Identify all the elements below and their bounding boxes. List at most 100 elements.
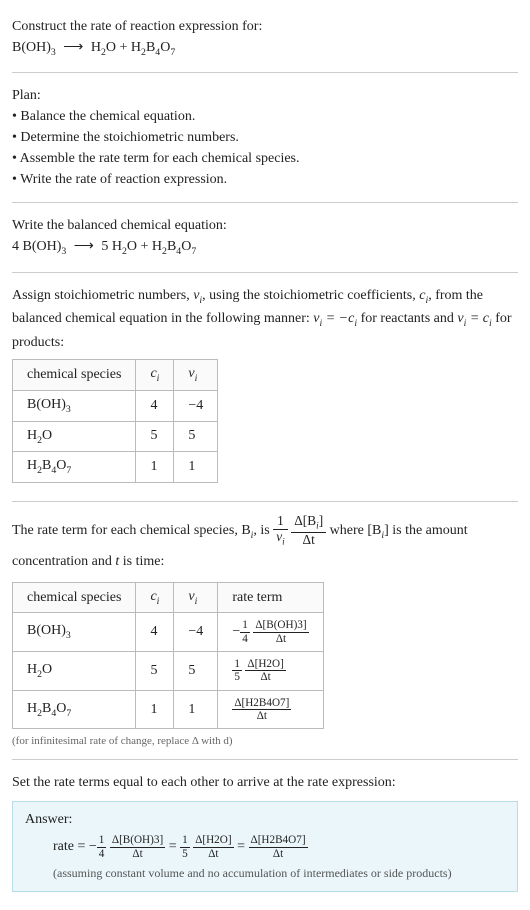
eq-sign: = (234, 839, 249, 854)
sp-sub: 3 (66, 404, 71, 415)
prompt-section: Construct the rate of reaction expressio… (12, 8, 518, 68)
answer-note: (assuming constant volume and no accumul… (25, 866, 505, 881)
den: Δt (253, 633, 308, 645)
den: 4 (240, 633, 250, 645)
cell-species: H2O (13, 421, 136, 452)
rt-t2: , is (253, 523, 273, 538)
den: Δt (232, 710, 291, 722)
cell-nui: −4 (174, 613, 218, 652)
col-ci: ci (136, 582, 174, 613)
num: 1 (240, 619, 250, 632)
rt-t3: where [B (330, 523, 382, 538)
rt-t1: The rate term for each chemical species,… (12, 523, 251, 538)
divider (12, 759, 518, 760)
final-section: Set the rate terms equal to each other t… (12, 764, 518, 900)
frac-num: Δ[Bi] (291, 514, 326, 533)
cell-rateterm: 15 Δ[H2O]Δt (218, 652, 323, 691)
sp-sub3: 7 (66, 465, 71, 476)
frac-dh2b4o7-dt: Δ[H2B4O7]Δt (232, 697, 291, 723)
final-heading: Set the rate terms equal to each other t… (12, 772, 518, 793)
rate-lhs: rate = − (53, 839, 97, 854)
frac-1-5: 15 (232, 658, 242, 684)
bal-lhs: 4 B(OH) (12, 239, 61, 254)
col-nui: νi (174, 359, 218, 390)
den: Δt (245, 671, 285, 683)
cell-nui: 1 (174, 690, 218, 729)
plan-bullet: • Determine the stoichiometric numbers. (12, 127, 518, 148)
sub-i: i (157, 595, 160, 606)
sp-c: O (56, 458, 66, 473)
col-ci: ci (136, 359, 174, 390)
balanced-equation: 4 B(OH)3 ⟶ 5 H2O + H2B4O7 (12, 236, 518, 259)
eq-rhs-d: O (160, 40, 170, 55)
num: Δ[H2O] (245, 658, 285, 671)
table-header-row: chemical species ci νi rate term (13, 582, 324, 613)
sp-tail: O (42, 428, 52, 443)
frac-den: Δt (291, 533, 326, 548)
table-row: B(OH)3 4 −4 −14 Δ[B(OH)3]Δt (13, 613, 324, 652)
table-row: H2B4O7 1 1 (13, 452, 218, 483)
num: Δ[H2O] (193, 834, 233, 847)
divider (12, 202, 518, 203)
sp-b: B (42, 701, 51, 716)
sp-b: B (42, 458, 51, 473)
num-a: Δ[B (294, 513, 316, 528)
table-row: H2O 5 5 (13, 421, 218, 452)
rateterm-table: chemical species ci νi rate term B(OH)3 … (12, 582, 324, 730)
frac-dh2o-dt: Δ[H2O]Δt (193, 834, 233, 860)
cell-rateterm: −14 Δ[B(OH)3]Δt (218, 613, 323, 652)
frac-dboh3-dt: Δ[B(OH)3]Δt (253, 619, 308, 645)
assign-text: Assign stoichiometric numbers, νi, using… (12, 285, 518, 353)
sp: H (27, 662, 37, 677)
sp: H (27, 701, 37, 716)
eq-sign: = (165, 839, 180, 854)
cell-nui: −4 (174, 390, 218, 421)
plan-bullet: • Assemble the rate term for each chemic… (12, 148, 518, 169)
cell-rateterm: Δ[H2B4O7]Δt (218, 690, 323, 729)
den: 5 (232, 671, 242, 683)
answer-label: Answer: (25, 812, 505, 828)
sub-i: i (195, 373, 198, 384)
num: Δ[B(OH)3] (110, 834, 165, 847)
sp: B(OH) (27, 397, 66, 412)
assign-table: chemical species ci νi B(OH)3 4 −4 H2O 5… (12, 359, 218, 483)
plan-section: Plan: • Balance the chemical equation. •… (12, 77, 518, 198)
table-row: H2B4O7 1 1 Δ[H2B4O7]Δt (13, 690, 324, 729)
eq-rhs-d-sub: 7 (170, 47, 175, 58)
frac-den: νi (273, 530, 288, 548)
rateterm-text: The rate term for each chemical species,… (12, 514, 518, 576)
cell-ci: 5 (136, 652, 174, 691)
col-nui: νi (174, 582, 218, 613)
plan-bullet: • Balance the chemical equation. (12, 106, 518, 127)
sp: H (27, 458, 37, 473)
cell-ci: 4 (136, 390, 174, 421)
bal-rhs1: 5 H (101, 239, 122, 254)
frac-dh2o-dt: Δ[H2O]Δt (245, 658, 285, 684)
cell-ci: 1 (136, 452, 174, 483)
rate-expression: rate = −14 Δ[B(OH)3]Δt = 15 Δ[H2O]Δt = Δ… (25, 834, 505, 860)
eq1b: = −c (322, 311, 354, 326)
cell-ci: 4 (136, 613, 174, 652)
eq-rhs-b: O + H (106, 40, 141, 55)
arrow-icon: ⟶ (70, 236, 98, 257)
neg-sign: − (232, 624, 240, 639)
den: Δt (193, 848, 233, 860)
cell-ci: 1 (136, 690, 174, 729)
assign-t1: Assign stoichiometric numbers, (12, 288, 193, 303)
assign-section: Assign stoichiometric numbers, νi, using… (12, 277, 518, 497)
num: 1 (180, 834, 190, 847)
cell-species: H2B4O7 (13, 452, 136, 483)
prompt-title: Construct the rate of reaction expressio… (12, 16, 518, 37)
sp-sub3: 7 (66, 707, 71, 718)
sp-sub: 3 (66, 630, 71, 641)
num: 1 (97, 834, 107, 847)
rateterm-footnote: (for infinitesimal rate of change, repla… (12, 735, 518, 747)
sub-i: i (282, 537, 285, 547)
cell-species: H2B4O7 (13, 690, 136, 729)
num: Δ[B(OH)3] (253, 619, 308, 632)
frac-num: 1 (273, 514, 288, 530)
frac-1-4: 14 (240, 619, 250, 645)
num: Δ[H2B4O7] (232, 697, 291, 710)
balanced-section: Write the balanced chemical equation: 4 … (12, 207, 518, 267)
frac-1-5: 15 (180, 834, 190, 860)
